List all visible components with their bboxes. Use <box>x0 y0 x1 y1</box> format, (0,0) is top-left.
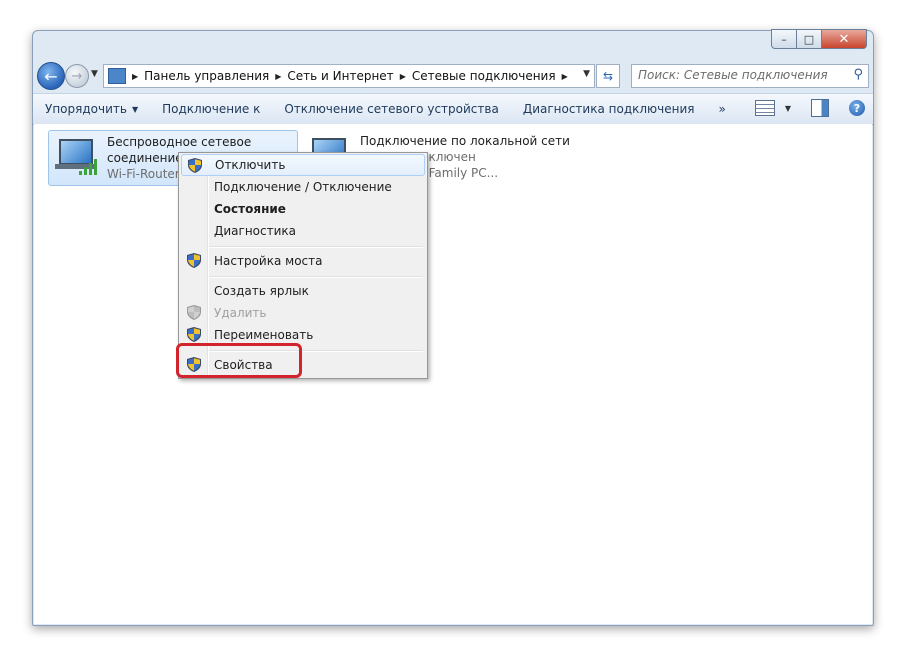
menu-separator <box>209 246 423 248</box>
organize-label: Упорядочить <box>45 102 127 116</box>
menu-separator <box>209 276 423 278</box>
menu-item-label: Создать ярлык <box>214 284 309 298</box>
breadcrumb-network-connections[interactable]: Сетевые подключения <box>412 69 556 83</box>
menu-item-label: Настройка моста <box>214 254 323 268</box>
uac-shield-icon <box>188 158 202 173</box>
close-button[interactable]: ✕ <box>822 29 867 49</box>
chevron-down-icon: ▼ <box>131 104 139 114</box>
address-bar[interactable]: ▶ Панель управления ▶ Сеть и Интернет ▶ … <box>103 64 595 88</box>
refresh-button[interactable]: ⇆ <box>596 64 620 88</box>
wireless-network-icon <box>55 137 101 177</box>
back-arrow-icon[interactable]: ← <box>37 62 65 90</box>
connect-to-button[interactable]: Подключение к <box>150 94 272 124</box>
search-icon[interactable]: ⚲ <box>853 67 863 82</box>
organize-menu[interactable]: Упорядочить ▼ <box>33 94 150 124</box>
control-panel-icon <box>108 68 126 84</box>
minimize-button[interactable]: – <box>771 29 797 49</box>
change-view-icon[interactable] <box>754 100 775 116</box>
menu-item-disable[interactable]: Отключить <box>181 154 425 176</box>
maximize-button[interactable]: □ <box>797 29 822 49</box>
disable-device-button[interactable]: Отключение сетевого устройства <box>272 94 510 124</box>
uac-shield-icon <box>187 327 201 342</box>
menu-item-create-shortcut[interactable]: Создать ярлык <box>181 280 425 302</box>
connection-name: Подключение по локальной сети <box>360 134 570 148</box>
breadcrumb-network-internet[interactable]: Сеть и Интернет <box>287 69 393 83</box>
menu-item-delete: Удалить <box>181 302 425 324</box>
help-icon[interactable]: ? <box>849 100 865 116</box>
chevron-right-icon[interactable]: ▶ <box>275 72 281 81</box>
menu-item-connect-disconnect[interactable]: Подключение / Отключение <box>181 176 425 198</box>
chevron-right-icon[interactable]: ▶ <box>562 72 568 81</box>
chevron-right-icon[interactable]: ▶ <box>400 72 406 81</box>
chevron-right-icon[interactable]: ▶ <box>132 72 138 81</box>
signal-strength-icon <box>79 157 101 175</box>
menu-item-label: Состояние <box>214 202 286 216</box>
address-dropdown-icon[interactable]: ▼ <box>583 69 590 79</box>
search-input[interactable] <box>632 65 844 85</box>
menu-item-bridge[interactable]: Настройка моста <box>181 250 425 272</box>
more-commands-button[interactable]: » <box>706 94 737 124</box>
command-bar: Упорядочить ▼ Подключение к Отключение с… <box>33 93 873 125</box>
network-connections-window: – □ ✕ ← → ▼ ▶ Панель управления ▶ Сеть и… <box>32 29 874 626</box>
navigation-bar: ← → ▼ ▶ Панель управления ▶ Сеть и Интер… <box>33 61 873 91</box>
menu-item-label: Подключение / Отключение <box>214 180 392 194</box>
menu-item-label: Переименовать <box>214 328 314 342</box>
connections-list: Беспроводное сетевое соединение Wi-Fi-Ro… <box>34 124 872 624</box>
menu-item-label: Диагностика <box>214 224 297 238</box>
uac-shield-icon <box>187 305 201 320</box>
caption-buttons: – □ ✕ <box>771 29 867 49</box>
menu-item-label: Удалить <box>214 306 267 320</box>
uac-shield-icon <box>187 253 201 268</box>
chevron-down-icon[interactable]: ▼ <box>785 104 791 113</box>
properties-highlight-box <box>176 343 302 378</box>
recent-pages-dropdown[interactable]: ▼ <box>91 69 98 79</box>
diagnose-connection-button[interactable]: Диагностика подключения <box>511 94 707 124</box>
menu-item-label: Отключить <box>215 158 286 172</box>
forward-arrow-icon[interactable]: → <box>65 64 89 88</box>
preview-pane-icon[interactable] <box>811 99 829 117</box>
menu-item-status[interactable]: Состояние <box>181 198 425 220</box>
menu-item-diagnose[interactable]: Диагностика <box>181 220 425 242</box>
search-box[interactable]: ⚲ <box>631 64 869 88</box>
breadcrumb-control-panel[interactable]: Панель управления <box>144 69 269 83</box>
connection-name: Беспроводное сетевое <box>107 135 252 149</box>
